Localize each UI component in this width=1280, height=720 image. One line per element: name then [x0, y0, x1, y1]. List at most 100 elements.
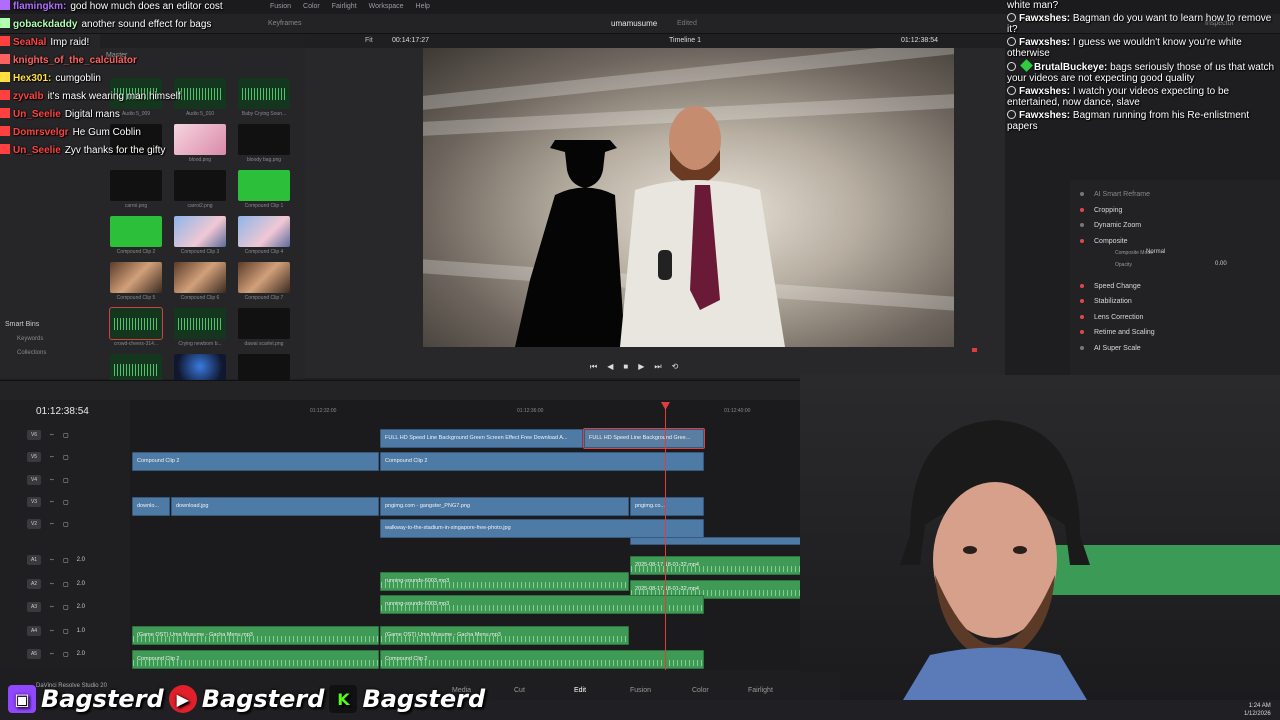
video-clip[interactable]: Compound Clip 2	[132, 452, 379, 471]
toggle-dot[interactable]	[1080, 284, 1084, 288]
playhead[interactable]	[665, 405, 666, 670]
link-icon[interactable]: ⇔	[49, 454, 55, 460]
video-clip[interactable]: pngimg.co...	[630, 497, 704, 516]
composite-mode-select[interactable]: Normal	[1146, 249, 1165, 255]
timeline-select[interactable]: Timeline 1	[669, 37, 701, 44]
toggle-dot[interactable]	[1080, 346, 1084, 350]
track-header-v4[interactable]: V4 ⇔ ▢	[27, 473, 127, 487]
play-icon[interactable]: ▶	[638, 362, 644, 374]
keywords-bin[interactable]: Keywords	[17, 336, 43, 342]
inspector-section[interactable]: AI Super Scale	[1080, 342, 1275, 354]
media-clip[interactable]: carroi2.png	[172, 170, 228, 213]
opacity-value[interactable]: 0.00	[1215, 261, 1227, 267]
toggle-dot[interactable]	[1080, 208, 1084, 212]
track-header-v3[interactable]: V3 ⇔ ▢	[27, 495, 127, 509]
media-clip[interactable]: Compound Clip 7	[236, 262, 292, 305]
lock-icon[interactable]: ▢	[63, 432, 69, 439]
link-icon[interactable]: ⇔	[49, 557, 55, 563]
menu-item-color[interactable]: Color	[303, 3, 320, 10]
section-label: Retime and Scaling	[1094, 328, 1155, 336]
link-icon[interactable]: ⇔	[49, 651, 55, 657]
lock-icon[interactable]: ▢	[63, 521, 69, 528]
media-clip[interactable]: dawai scarlet.png	[236, 308, 292, 351]
track-header-a1[interactable]: A1 ⇔ ▢ 2.0	[27, 553, 127, 567]
lock-icon[interactable]: ▢	[63, 628, 69, 635]
video-clip[interactable]: downlo...	[132, 497, 170, 516]
lock-icon[interactable]: ▢	[63, 499, 69, 506]
smart-bins-label[interactable]: Smart Bins	[5, 321, 39, 328]
audio-clip[interactable]: Compound Clip 2	[380, 650, 704, 669]
audio-clip[interactable]: (Game OST) Uma Musume - Gacha Menu.mp3	[132, 626, 379, 645]
inspector-section[interactable]: Retime and Scaling	[1080, 326, 1275, 338]
lock-icon[interactable]: ▢	[63, 651, 69, 658]
toggle-dot[interactable]	[1080, 192, 1084, 196]
audio-clip[interactable]: running-sounds-6003.mp3	[380, 572, 629, 591]
media-clip[interactable]: Compound Clip 1	[236, 170, 292, 213]
inspector-section[interactable]: Stabilization	[1080, 295, 1275, 307]
video-clip[interactable]: walkway-to-the-stadium-in-singapore-free…	[380, 519, 704, 538]
page-tab-fusion[interactable]: Fusion	[630, 687, 651, 694]
video-clip[interactable]: FULL HD Speed Line Background Green Scre…	[380, 429, 583, 448]
menu-item-workspace[interactable]: Workspace	[369, 3, 404, 10]
inspector-section[interactable]: Composite	[1080, 235, 1275, 247]
taskbar-clock[interactable]: 1:24 AM 1/12/2026	[1244, 702, 1271, 718]
menu-item-help[interactable]: Help	[416, 3, 430, 10]
toggle-dot[interactable]	[1080, 299, 1084, 303]
track-header-v5[interactable]: V5 ⇔ ▢	[27, 450, 127, 464]
link-icon[interactable]: ⇔	[49, 499, 55, 505]
menu-item-fairlight[interactable]: Fairlight	[332, 3, 357, 10]
video-clip[interactable]: pngimg.com - gangster_PNG7.png	[380, 497, 629, 516]
link-icon[interactable]: ⇔	[49, 581, 55, 587]
media-clip[interactable]: Crying newborn b...	[172, 308, 228, 351]
page-tab-edit[interactable]: Edit	[574, 687, 586, 694]
collections-bin[interactable]: Collections	[17, 350, 46, 356]
toggle-dot[interactable]	[1080, 223, 1084, 227]
media-clip[interactable]: Compound Clip 2	[108, 216, 164, 259]
audio-clip[interactable]: running-sounds-6003.mp3	[380, 595, 704, 614]
media-clip[interactable]: carroi.png	[108, 170, 164, 213]
loop-icon[interactable]: ⟲	[672, 362, 679, 374]
link-icon[interactable]: ⇔	[49, 477, 55, 483]
inspector-section[interactable]: Dynamic Zoom	[1080, 219, 1275, 231]
media-clip[interactable]: Compound Clip 5	[108, 262, 164, 305]
link-icon[interactable]: ⇔	[49, 432, 55, 438]
video-clip[interactable]: Compound Clip 2	[380, 452, 704, 471]
audio-clip[interactable]: Compound Clip 2	[132, 650, 379, 669]
media-clip[interactable]: Compound Clip 6	[172, 262, 228, 305]
lock-icon[interactable]: ▢	[63, 454, 69, 461]
video-clip[interactable]: download.jpg	[171, 497, 379, 516]
track-header-a5[interactable]: A5 ⇔ ▢ 2.0	[27, 647, 127, 661]
toggle-dot[interactable]	[1080, 239, 1084, 243]
media-clip[interactable]: Compound Clip 4	[236, 216, 292, 259]
page-tab-fairlight[interactable]: Fairlight	[748, 687, 773, 694]
page-tab-cut[interactable]: Cut	[514, 687, 525, 694]
inspector-section[interactable]: Speed Change	[1080, 280, 1275, 292]
inspector-section[interactable]: Lens Correction	[1080, 311, 1275, 323]
track-header-v2[interactable]: V2 ⇔ ▢	[27, 517, 127, 531]
track-header-a2[interactable]: A2 ⇔ ▢ 2.0	[27, 577, 127, 591]
inspector-section[interactable]: AI Smart Reframe	[1080, 188, 1275, 200]
link-icon[interactable]: ⇔	[49, 521, 55, 527]
toggle-dot[interactable]	[1080, 315, 1084, 319]
track-header-a4[interactable]: A4 ⇔ ▢ 1.0	[27, 624, 127, 638]
page-tab-color[interactable]: Color	[692, 687, 709, 694]
zoom-fit-select[interactable]: Fit	[365, 37, 373, 44]
stop-icon[interactable]: ■	[623, 362, 628, 374]
lock-icon[interactable]: ▢	[63, 604, 69, 611]
jump-end-icon[interactable]: ⏭	[654, 362, 661, 374]
link-icon[interactable]: ⇔	[49, 604, 55, 610]
media-clip[interactable]: crowd-cheers-314...	[108, 307, 164, 351]
lock-icon[interactable]: ▢	[63, 581, 69, 588]
track-header-v6[interactable]: V6 ⇔ ▢	[27, 428, 127, 442]
link-icon[interactable]: ⇔	[49, 628, 55, 634]
audio-clip[interactable]: (Game OST) Uma Musume - Gacha Menu.mp3	[380, 626, 629, 645]
lock-icon[interactable]: ▢	[63, 477, 69, 484]
lock-icon[interactable]: ▢	[63, 557, 69, 564]
inspector-section[interactable]: Cropping	[1080, 204, 1275, 216]
video-clip[interactable]: FULL HD Speed Line Background Gree...	[583, 428, 705, 449]
media-clip[interactable]: Compound Clip 3	[172, 216, 228, 259]
play-reverse-icon[interactable]: ◀	[607, 362, 613, 374]
track-header-a3[interactable]: A3 ⇔ ▢ 2.0	[27, 600, 127, 614]
jump-start-icon[interactable]: ⏮	[590, 362, 597, 374]
toggle-dot[interactable]	[1080, 330, 1084, 334]
